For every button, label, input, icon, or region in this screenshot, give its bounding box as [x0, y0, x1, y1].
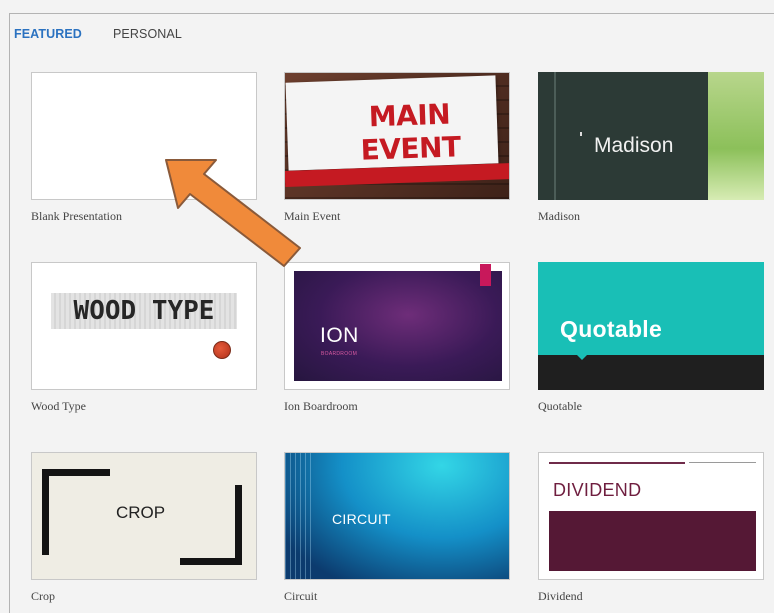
thumbnail-title: DIVIDEND [553, 480, 642, 500]
thumbnail-title: MAIN EVENT [360, 97, 462, 167]
red-dot-icon [213, 341, 231, 359]
thumbnail-title: CROP [116, 503, 166, 522]
thumbnail-title: Madison [594, 134, 674, 157]
template-label: Circuit [284, 589, 318, 603]
template-label: Madison [538, 209, 580, 223]
template-thumbnail [31, 72, 257, 200]
template-thumbnail: CIRCUIT [284, 452, 510, 580]
thumbnail-title: ION [320, 324, 359, 347]
template-label: Wood Type [31, 399, 86, 413]
template-thumbnail: ION BOARDROOM [284, 262, 510, 390]
template-thumbnail: WOOD TYPE [31, 262, 257, 390]
template-thumbnail: DIVIDEND [538, 452, 764, 580]
thumbnail-title: WOOD TYPE [51, 293, 237, 329]
template-label: Crop [31, 589, 55, 603]
template-label: Quotable [538, 399, 582, 413]
tab-featured[interactable]: FEATURED [14, 27, 82, 41]
template-thumbnail: MAIN EVENT [284, 72, 510, 200]
template-label: Main Event [284, 209, 341, 223]
template-label: Dividend [538, 589, 583, 603]
template-thumbnail: Madison [538, 72, 764, 200]
template-thumbnail: CROP [31, 452, 257, 580]
thumbnail-title: CIRCUIT [332, 511, 391, 527]
tab-personal[interactable]: PERSONAL [113, 27, 182, 41]
thumbnail-title: Quotable [560, 316, 663, 342]
thumbnail-subtitle: BOARDROOM [321, 351, 358, 357]
template-label: Ion Boardroom [284, 399, 358, 413]
template-thumbnail: Quotable [538, 262, 764, 390]
template-label: Blank Presentation [31, 209, 122, 223]
